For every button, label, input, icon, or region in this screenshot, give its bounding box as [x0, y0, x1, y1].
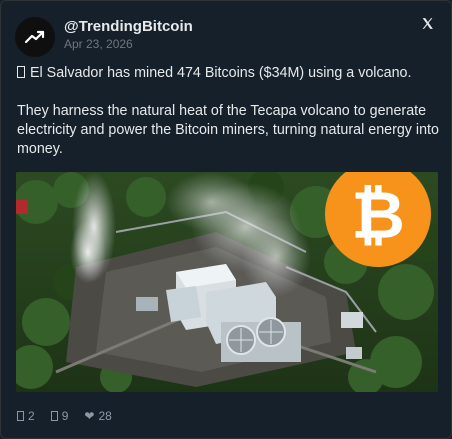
post-image[interactable]: ₿ — [16, 172, 438, 392]
retweet-count: 9 — [61, 409, 69, 423]
reply-stat[interactable]: 2 — [17, 409, 35, 423]
tweet-line-1: El Salvador has mined 474 Bitcoins ($34M… — [17, 64, 439, 83]
tweet-card: @TrendingBitcoin Apr 23, 2026 El Salvado… — [0, 0, 452, 439]
trending-up-icon — [24, 30, 45, 44]
reply-count: 2 — [28, 409, 35, 423]
tweet-line-3: electricity and power the Bitcoin miners… — [17, 122, 439, 138]
x-logo-icon[interactable] — [419, 15, 435, 31]
retweet-icon — [50, 411, 58, 421]
bitcoin-logo-icon: ₿ — [351, 177, 405, 254]
placeholder-glyph-icon — [17, 66, 25, 78]
tweet-text: El Salvador has mined 474 Bitcoins ($34M… — [17, 64, 439, 159]
post-date[interactable]: Apr 23, 2026 — [64, 37, 133, 51]
like-stat[interactable]: ❤ 28 — [84, 409, 111, 423]
engagement-bar: 2 9 ❤ 28 — [17, 408, 128, 424]
tweet-line-1-text: El Salvador has mined 474 Bitcoins ($34M… — [30, 65, 412, 81]
tweet-line-2: They harness the natural heat of the Tec… — [17, 103, 427, 119]
avatar[interactable] — [15, 17, 55, 57]
like-count: 28 — [98, 409, 112, 423]
retweet-stat[interactable]: 9 — [50, 409, 69, 423]
reply-icon — [17, 411, 24, 421]
heart-icon: ❤ — [84, 409, 95, 423]
tweet-line-4: money. — [17, 141, 63, 157]
author-handle[interactable]: @TrendingBitcoin — [64, 18, 193, 35]
